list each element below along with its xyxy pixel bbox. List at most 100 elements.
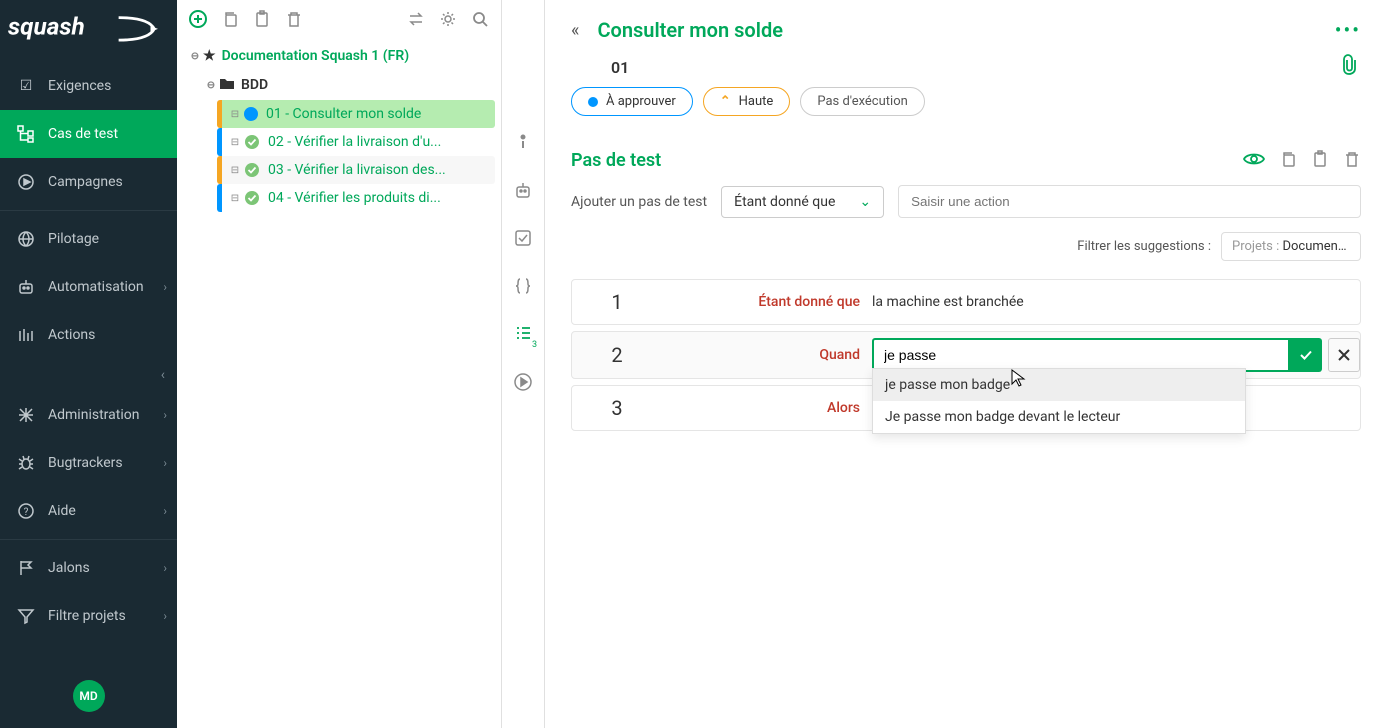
- filter-value: Document...: [1282, 239, 1352, 254]
- paste-icon[interactable]: [1311, 150, 1329, 172]
- blue-dot-icon: [588, 97, 598, 107]
- testcase-row[interactable]: ⊟ 03 - Vérifier la livraison des...: [217, 156, 495, 184]
- search-icon[interactable]: [469, 8, 491, 30]
- nav-label: Aide: [48, 503, 76, 519]
- testcase-label: 04 - Vérifier les produits di...: [268, 190, 489, 206]
- step-row[interactable]: 2 Quand je passe mon badge Je passe mon …: [571, 331, 1361, 379]
- tree-toolbar: [177, 0, 501, 38]
- more-icon[interactable]: •••: [1335, 18, 1361, 42]
- filter-select[interactable]: Projets : Document...: [1221, 232, 1361, 261]
- info-icon[interactable]: [511, 130, 535, 154]
- tree: ⊖ ★ Documentation Squash 1 (FR) ⊖ BDD ⊟ …: [177, 38, 501, 216]
- nav-bugtrackers[interactable]: Bugtrackers ›: [0, 439, 177, 487]
- collapse-icon[interactable]: ⊖: [187, 51, 203, 62]
- nav-label: Pilotage: [48, 231, 99, 247]
- user-avatar[interactable]: MD: [73, 680, 105, 712]
- keyword-value: Étant donné que: [734, 194, 835, 210]
- reference: 01: [611, 58, 1361, 77]
- cancel-button[interactable]: [1328, 338, 1360, 372]
- add-icon[interactable]: [187, 8, 209, 30]
- tree-icon: [16, 124, 36, 144]
- step-edit-input[interactable]: [872, 338, 1290, 372]
- help-icon: ?: [16, 501, 36, 521]
- chevron-right-icon: ›: [163, 561, 167, 575]
- suggestions-dropdown: je passe mon badge Je passe mon badge de…: [872, 368, 1246, 434]
- nav-jalons[interactable]: Jalons ›: [0, 544, 177, 592]
- steps-actions: [1243, 150, 1361, 172]
- project-label: Documentation Squash 1 (FR): [222, 48, 410, 64]
- action-input[interactable]: [898, 185, 1361, 218]
- svg-text:squash: squash: [8, 12, 85, 41]
- step-row[interactable]: 1 Étant donné que la machine est branché…: [571, 279, 1361, 325]
- nav-campagnes[interactable]: Campagnes: [0, 158, 177, 206]
- steps-icon[interactable]: 3: [511, 322, 535, 346]
- collapse-icon[interactable]: ⊖: [203, 80, 219, 91]
- collapse-left-icon[interactable]: «: [571, 20, 579, 41]
- steps-count-badge: 3: [532, 340, 537, 350]
- testcase-row[interactable]: ⊟ 04 - Vérifier les produits di...: [217, 184, 495, 212]
- check-circle-icon: [244, 190, 260, 206]
- testcase-row[interactable]: ⊟ 01 - Consulter mon solde: [217, 100, 495, 128]
- svg-text:?: ?: [24, 507, 29, 518]
- play-circle-icon[interactable]: [511, 370, 535, 394]
- nav-administration[interactable]: Administration ›: [0, 391, 177, 439]
- toggle-icon[interactable]: ⊟: [228, 137, 242, 148]
- step-keyword: Quand: [662, 347, 872, 363]
- nav-label: Cas de test: [48, 126, 118, 142]
- detail-tabs: 3: [502, 0, 545, 728]
- robot-icon[interactable]: [511, 178, 535, 202]
- delete-icon[interactable]: [1343, 150, 1361, 172]
- nav-pilotage[interactable]: Pilotage: [0, 215, 177, 263]
- chevron-right-icon: ›: [163, 280, 167, 294]
- nav-cas-de-test[interactable]: Cas de test: [0, 110, 177, 158]
- suggestion-item[interactable]: Je passe mon badge devant le lecteur: [873, 401, 1245, 433]
- suggestion-item[interactable]: je passe mon badge: [873, 369, 1245, 401]
- sidebar-collapse[interactable]: ‹: [0, 359, 177, 391]
- checklist-icon: ☑: [16, 76, 36, 96]
- delete-icon[interactable]: [283, 8, 305, 30]
- tree-folder[interactable]: ⊖ BDD: [199, 70, 495, 100]
- tree-project[interactable]: ⊖ ★ Documentation Squash 1 (FR): [183, 42, 495, 70]
- step-number: 2: [572, 333, 662, 377]
- testcase-label: 02 - Vérifier la livraison d'u...: [268, 134, 489, 150]
- attachment-icon[interactable]: [1341, 54, 1361, 80]
- keyword-select[interactable]: Étant donné que ⌄: [721, 186, 884, 218]
- copy-icon[interactable]: [1279, 150, 1297, 172]
- nav-filtre-projets[interactable]: Filtre projets ›: [0, 592, 177, 640]
- toggle-icon[interactable]: ⊟: [228, 165, 242, 176]
- swap-icon[interactable]: [405, 8, 427, 30]
- nav-actions[interactable]: Actions: [0, 311, 177, 359]
- braces-icon[interactable]: [511, 274, 535, 298]
- nav-label: Exigences: [48, 78, 111, 94]
- sliders-icon: [16, 405, 36, 425]
- checklist-icon[interactable]: [511, 226, 535, 250]
- chip-label: Haute: [739, 94, 774, 109]
- add-step-row: Ajouter un pas de test Étant donné que ⌄: [571, 185, 1361, 218]
- nav-automatisation[interactable]: Automatisation ›: [0, 263, 177, 311]
- robot-icon: [16, 277, 36, 297]
- nav-label: Bugtrackers: [48, 455, 123, 471]
- star-icon: ★: [203, 48, 216, 64]
- execution-chip[interactable]: Pas d'exécution: [800, 87, 924, 116]
- status-chip-approve[interactable]: À approuver: [571, 87, 693, 116]
- chevron-right-icon: ›: [163, 504, 167, 518]
- gear-icon[interactable]: [437, 8, 459, 30]
- eye-icon[interactable]: [1243, 151, 1265, 171]
- copy-icon[interactable]: [219, 8, 241, 30]
- nav-exigences[interactable]: ☑ Exigences: [0, 62, 177, 110]
- priority-chip-high[interactable]: ⌃ Haute: [703, 87, 791, 116]
- bars-icon: [16, 325, 36, 345]
- testcase-label: 01 - Consulter mon solde: [266, 106, 489, 122]
- testcase-row[interactable]: ⊟ 02 - Vérifier la livraison d'u...: [217, 128, 495, 156]
- toggle-icon[interactable]: ⊟: [228, 109, 242, 120]
- add-step-label: Ajouter un pas de test: [571, 194, 707, 210]
- toggle-icon[interactable]: ⊟: [228, 193, 242, 204]
- steps-list: 1 Étant donné que la machine est branché…: [571, 279, 1361, 431]
- priority-up-icon: ⌃: [720, 94, 731, 109]
- confirm-button[interactable]: [1290, 338, 1322, 372]
- globe-icon: [16, 229, 36, 249]
- nav-aide[interactable]: ? Aide ›: [0, 487, 177, 535]
- chip-label: Pas d'exécution: [817, 94, 907, 109]
- filter-prefix: Projets :: [1232, 239, 1282, 254]
- paste-icon[interactable]: [251, 8, 273, 30]
